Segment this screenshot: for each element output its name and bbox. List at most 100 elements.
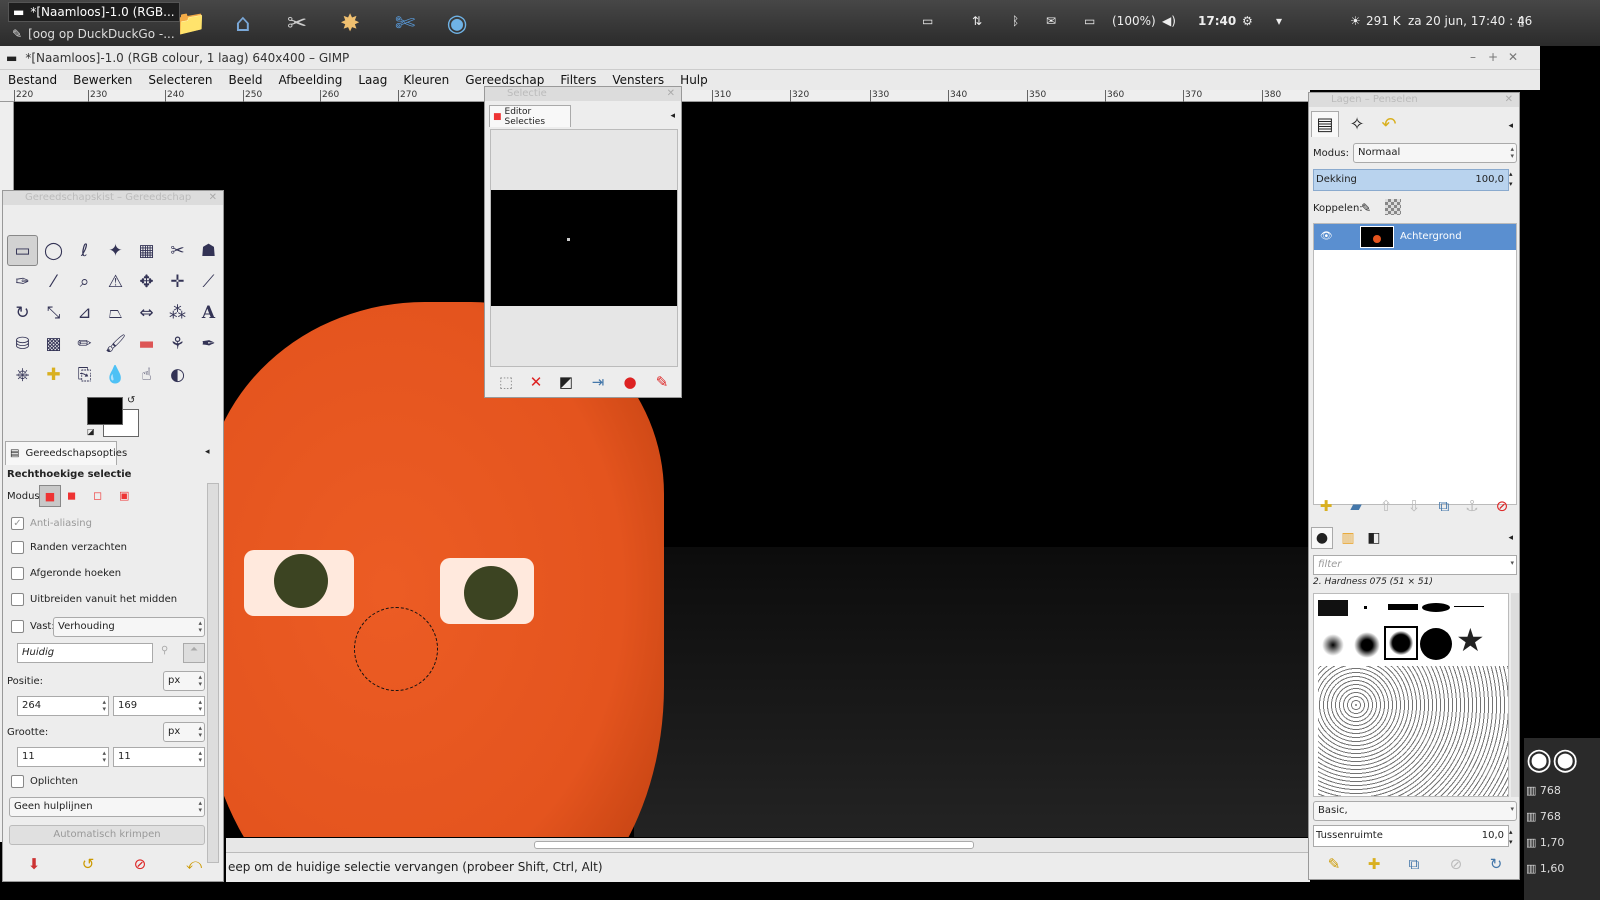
tools-icon[interactable]: ✂: [280, 6, 314, 40]
lower-layer-icon[interactable]: ⇩: [1403, 495, 1425, 517]
save-options-icon[interactable]: ⬇: [23, 853, 45, 875]
color-select-tool[interactable]: ▦: [131, 235, 162, 266]
opacity-slider[interactable]: Dekking 100,0: [1313, 169, 1509, 191]
panel-menu-icon[interactable]: ◂: [1508, 121, 1513, 131]
fixed-mode-select[interactable]: Verhouding ▴ ▾: [53, 617, 205, 637]
shear-tool[interactable]: ⊿: [69, 297, 100, 328]
panel-menu-icon[interactable]: ◂: [205, 447, 210, 457]
duplicate-brush-icon[interactable]: ⧉: [1403, 853, 1425, 875]
brush-preset-select[interactable]: Basic, ▾: [1313, 801, 1517, 821]
brush-scrollbar[interactable]: [1511, 593, 1519, 797]
options-scrollbar[interactable]: [207, 483, 219, 863]
layer-name[interactable]: Achtergrond: [1400, 231, 1462, 242]
lock-pixels-icon[interactable]: ✎: [1361, 201, 1371, 215]
brush-item[interactable]: [1422, 603, 1450, 612]
antialias-checkbox[interactable]: ✓ Anti-aliasing: [11, 517, 92, 530]
reset-options-icon[interactable]: ⤺: [183, 853, 205, 875]
crop-tool[interactable]: ⟋: [193, 266, 224, 297]
measure-tool[interactable]: ⚠: [100, 266, 131, 297]
firework-icon[interactable]: ✸: [333, 6, 367, 40]
ink-tool[interactable]: ✒: [193, 328, 224, 359]
brush-item[interactable]: [1318, 600, 1348, 616]
foreground-color-top[interactable]: [87, 397, 123, 425]
spacing-spin[interactable]: ▴ ▾: [1509, 827, 1517, 847]
autoshrink-button[interactable]: Automatisch krimpen: [9, 825, 205, 845]
display-icon[interactable]: ▭: [922, 14, 933, 28]
lasso-tool[interactable]: ℓ: [69, 235, 100, 266]
mode-subtract-button[interactable]: ◻: [93, 489, 102, 502]
layer-row[interactable]: 👁 Achtergrond: [1314, 224, 1516, 250]
tab-selection-editor[interactable]: ■ Editor Selecties: [489, 105, 571, 127]
swap-colors-icon[interactable]: ↺: [127, 395, 135, 406]
tab-paths[interactable]: ✧: [1343, 111, 1371, 137]
dodge-burn-tool[interactable]: ◐: [162, 359, 193, 390]
dock-item[interactable]: ▥ 1,60: [1526, 862, 1564, 875]
menu-beeld[interactable]: Beeld: [228, 73, 262, 87]
edit-brush-icon[interactable]: ✎: [1323, 853, 1345, 875]
star-brush[interactable]: ★: [1456, 624, 1485, 656]
rect-select-tool[interactable]: ▭: [7, 235, 38, 266]
bluetooth-icon[interactable]: ᛒ: [1012, 14, 1019, 28]
close-icon[interactable]: ✕: [667, 87, 675, 101]
maximize-button[interactable]: +: [1488, 50, 1498, 64]
globe-icon[interactable]: ◉: [440, 6, 474, 40]
flip-tool[interactable]: ⇔: [131, 297, 162, 328]
bucket-fill-tool[interactable]: ⛁: [7, 328, 38, 359]
close-icon[interactable]: ✕: [209, 191, 217, 205]
panel-menu-icon[interactable]: ◂: [1508, 533, 1513, 543]
heal-tool[interactable]: ✚: [38, 359, 69, 390]
mode-add-button[interactable]: ◼: [67, 489, 76, 502]
fuzzy-select-tool[interactable]: ✦: [100, 235, 131, 266]
scissors-tool[interactable]: ✂: [162, 235, 193, 266]
mode-intersect-button[interactable]: ▣: [119, 489, 129, 502]
scrollbar-thumb[interactable]: [534, 841, 974, 849]
eraser-tool[interactable]: ▬: [131, 328, 162, 359]
task-gimp[interactable]: ▬ *[Naamloos]-1.0 (RGB...: [8, 2, 180, 22]
expand-center-checkbox[interactable]: Uitbreiden vanuit het midden: [11, 593, 177, 606]
tab-tool-options[interactable]: ▤ Gereedschapsopties: [5, 441, 127, 465]
datetime[interactable]: za 20 jun, 17:40 : 46: [1408, 14, 1532, 28]
scissors-icon[interactable]: ✄: [388, 6, 422, 40]
clock[interactable]: 17:40: [1198, 14, 1236, 28]
rotate-tool[interactable]: ↻: [7, 297, 38, 328]
rounded-corners-checkbox[interactable]: Afgeronde hoeken: [11, 567, 121, 580]
menu-afbeelding[interactable]: Afbeelding: [278, 73, 342, 87]
menu-laag[interactable]: Laag: [358, 73, 387, 87]
zoom-tool[interactable]: ⌕: [69, 266, 100, 297]
folder-icon[interactable]: 📁: [174, 6, 208, 40]
tab-layers[interactable]: ▤: [1311, 111, 1339, 137]
menu-gereedschap[interactable]: Gereedschap: [465, 73, 544, 87]
new-layer-icon[interactable]: ✚: [1315, 495, 1337, 517]
paths-tool[interactable]: ✑: [7, 266, 38, 297]
selection-marquee[interactable]: [354, 607, 438, 691]
delete-brush-icon[interactable]: ⊘: [1445, 853, 1467, 875]
delete-options-icon[interactable]: ⊘: [129, 853, 151, 875]
perspective-tool[interactable]: ⏢: [100, 297, 131, 328]
perspective-clone-tool[interactable]: ⎘: [69, 359, 100, 390]
cage-tool[interactable]: ⁂: [162, 297, 193, 328]
fixed-checkbox[interactable]: Vast:: [11, 620, 55, 633]
tab-undo-history[interactable]: ↶: [1375, 111, 1403, 137]
menu-bestand[interactable]: Bestand: [8, 73, 57, 87]
brush-item[interactable]: [1420, 628, 1452, 660]
close-button[interactable]: ✕: [1508, 50, 1518, 64]
tab-patterns[interactable]: ▥: [1337, 527, 1359, 549]
lock-icon[interactable]: ⚲: [161, 645, 168, 656]
feather-checkbox[interactable]: Randen verzachten: [11, 541, 127, 554]
smudge-tool[interactable]: ☝: [131, 359, 162, 390]
menu-filters[interactable]: Filters: [560, 73, 596, 87]
layer-mode-select[interactable]: Normaal ▴ ▾: [1353, 143, 1517, 163]
fixed-value-field[interactable]: Huidig: [17, 643, 153, 663]
document-icon[interactable]: ▯: [1518, 14, 1525, 28]
airbrush-tool[interactable]: ⚘: [162, 328, 193, 359]
clone-tool[interactable]: ⎈: [7, 359, 38, 390]
new-group-icon[interactable]: ▰: [1345, 495, 1367, 517]
ellipse-select-tool[interactable]: ◯: [38, 235, 69, 266]
menu-kleuren[interactable]: Kleuren: [403, 73, 449, 87]
default-colors-icon[interactable]: ◪: [87, 427, 95, 436]
pencil-tool[interactable]: ✏: [69, 328, 100, 359]
task-browser[interactable]: ✎ [oog op DuckDuckGo -...: [8, 24, 179, 44]
menu-hulp[interactable]: Hulp: [680, 73, 708, 87]
guides-select[interactable]: Geen hulplijnen ▴ ▾: [9, 797, 205, 817]
chevron-down-icon[interactable]: ▾: [1276, 14, 1282, 28]
